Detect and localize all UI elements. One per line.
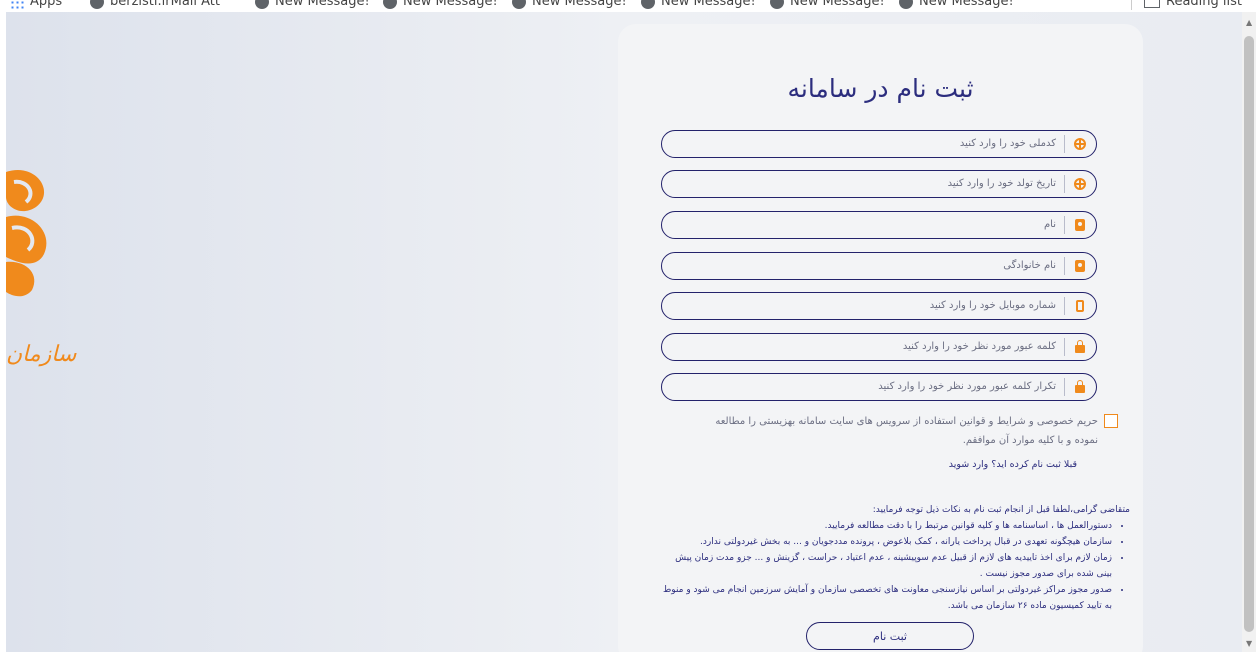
organization-logo bbox=[6, 170, 47, 297]
list-item: زمان لازم برای اخذ تاییدیه های لازم از ق… bbox=[658, 550, 1112, 582]
registration-card: ثبت نام در سامانه کدملی خود را وارد کنید… bbox=[618, 24, 1143, 652]
scrollbar-thumb[interactable] bbox=[1244, 36, 1254, 632]
consent-row: حریم خصوصی و شرایط و قوانین استفاده از س… bbox=[698, 412, 1118, 450]
globe-icon bbox=[1072, 176, 1088, 192]
last-name-field[interactable]: نام خانوادگی bbox=[661, 252, 1097, 280]
consent-checkbox[interactable] bbox=[1104, 414, 1118, 428]
globe-icon bbox=[1072, 136, 1088, 152]
divider bbox=[1064, 175, 1065, 193]
bookmark-item[interactable]: New Message! bbox=[512, 0, 627, 12]
divider bbox=[1064, 135, 1065, 153]
globe-icon bbox=[770, 0, 784, 9]
scroll-down-icon[interactable]: ▼ bbox=[1246, 639, 1252, 648]
reading-list-button[interactable]: Reading list bbox=[1131, 0, 1242, 12]
page-background: سازمان ثبت نام در سامانه کدملی خود را وا… bbox=[6, 12, 1242, 652]
field-placeholder: کدملی خود را وارد کنید bbox=[959, 138, 1056, 149]
submit-button[interactable]: ثبت نام bbox=[806, 622, 974, 650]
globe-icon bbox=[641, 0, 655, 9]
lock-icon bbox=[1072, 379, 1088, 395]
password-field[interactable]: کلمه عبور مورد نظر خود را وارد کنید bbox=[661, 333, 1097, 361]
globe-icon bbox=[90, 0, 104, 9]
list-item: دستورالعمل ها ، اساسنامه ها و کلیه قوانی… bbox=[658, 518, 1112, 534]
globe-icon bbox=[383, 0, 397, 9]
bookmark-item[interactable]: New Message! bbox=[255, 0, 370, 12]
divider bbox=[1064, 338, 1065, 356]
birth-date-field[interactable]: تاریخ تولد خود را وارد کنید bbox=[661, 170, 1097, 198]
reading-list-icon bbox=[1144, 0, 1160, 8]
id-card-icon bbox=[1072, 217, 1088, 233]
notes-title: متقاضی گرامی،لطفا قبل از انجام ثبت نام ب… bbox=[872, 505, 1130, 515]
bookmark-item[interactable]: New Message! bbox=[383, 0, 498, 12]
globe-icon bbox=[899, 0, 913, 9]
divider bbox=[1064, 257, 1065, 275]
field-placeholder: شماره موبایل خود را وارد کنید bbox=[929, 300, 1056, 311]
apps-grid-icon bbox=[10, 0, 24, 9]
bookmark-item[interactable]: berzisti.irMail Att bbox=[90, 0, 220, 12]
first-name-field[interactable]: نام bbox=[661, 211, 1097, 239]
bookmark-apps[interactable]: Apps bbox=[10, 0, 62, 12]
divider bbox=[1064, 378, 1065, 396]
field-placeholder: کلمه عبور مورد نظر خود را وارد کنید bbox=[902, 341, 1056, 352]
bookmark-item[interactable]: New Message! bbox=[770, 0, 885, 12]
list-item: سازمان هیچگونه تعهدی در قبال پرداخت یارا… bbox=[658, 534, 1112, 550]
list-item: صدور مجوز مراکز غیردولتی بر اساس نیازسنج… bbox=[658, 582, 1112, 614]
notes-section: متقاضی گرامی،لطفا قبل از انجام ثبت نام ب… bbox=[658, 502, 1130, 614]
id-card-icon bbox=[1072, 258, 1088, 274]
bookmark-item[interactable]: New Message! bbox=[899, 0, 1014, 12]
globe-icon bbox=[255, 0, 269, 9]
field-placeholder: نام bbox=[1043, 219, 1056, 230]
divider bbox=[1064, 297, 1065, 315]
field-placeholder: نام خانوادگی bbox=[1003, 260, 1056, 271]
page-title: ثبت نام در سامانه bbox=[787, 74, 974, 103]
mobile-icon bbox=[1072, 298, 1088, 314]
consent-text: حریم خصوصی و شرایط و قوانین استفاده از س… bbox=[715, 416, 1098, 446]
scroll-up-icon[interactable]: ▲ bbox=[1246, 18, 1252, 27]
national-id-field[interactable]: کدملی خود را وارد کنید bbox=[661, 130, 1097, 158]
mobile-field[interactable]: شماره موبایل خود را وارد کنید bbox=[661, 292, 1097, 320]
divider bbox=[1131, 0, 1132, 10]
field-placeholder: تکرار کلمه عبور مورد نظر خود را وارد کنی… bbox=[878, 381, 1056, 392]
globe-icon bbox=[512, 0, 526, 9]
confirm-password-field[interactable]: تکرار کلمه عبور مورد نظر خود را وارد کنی… bbox=[661, 373, 1097, 401]
divider bbox=[1064, 216, 1065, 234]
lock-icon bbox=[1072, 339, 1088, 355]
login-link[interactable]: قبلا ثبت نام کرده اید؟ وارد شوید bbox=[949, 459, 1077, 470]
bookmark-item[interactable]: New Message! bbox=[641, 0, 756, 12]
logo-text: سازمان bbox=[6, 342, 77, 367]
field-placeholder: تاریخ تولد خود را وارد کنید bbox=[947, 178, 1056, 189]
scrollbar[interactable]: ▲ ▼ bbox=[1242, 12, 1256, 652]
notes-list: دستورالعمل ها ، اساسنامه ها و کلیه قوانی… bbox=[658, 518, 1130, 614]
